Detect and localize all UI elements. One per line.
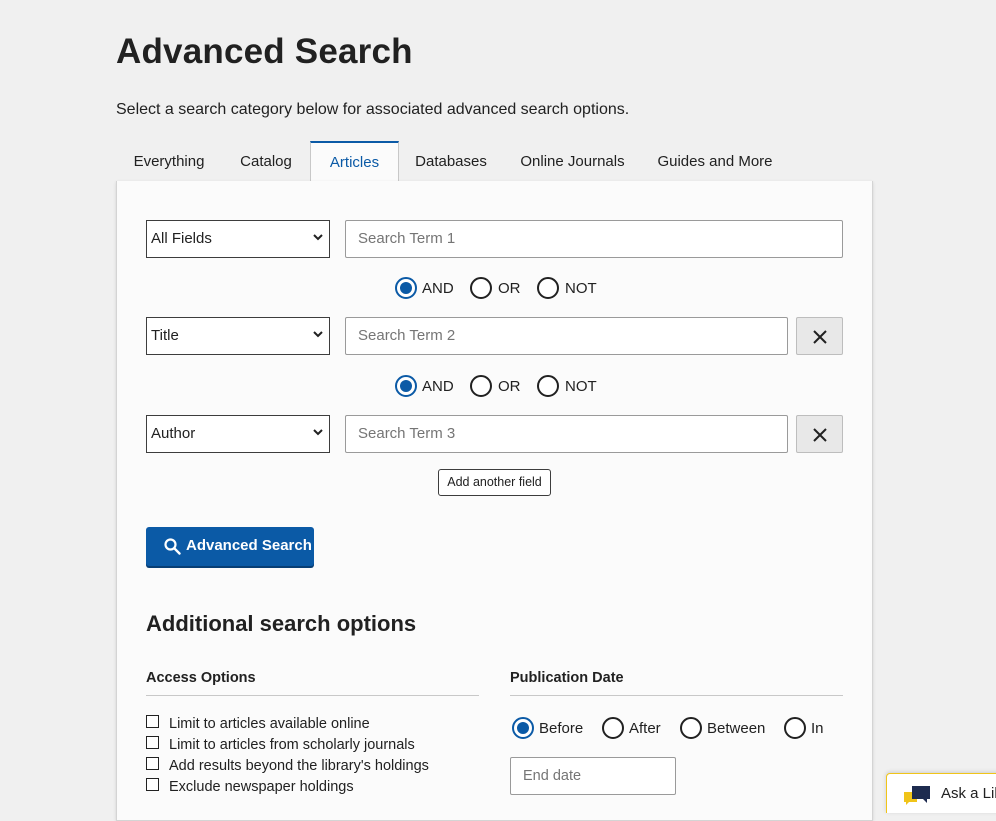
field-select-value: Title bbox=[151, 327, 179, 344]
access-options-heading: Access Options bbox=[146, 670, 479, 696]
chevron-down-icon bbox=[313, 331, 323, 338]
boolean-1-and-label: AND bbox=[422, 280, 454, 297]
boolean-1-and-radio[interactable] bbox=[395, 277, 417, 299]
boolean-1-or-label: OR bbox=[498, 280, 521, 297]
tab-online-journals[interactable]: Online Journals bbox=[503, 141, 642, 181]
tab-articles[interactable]: Articles bbox=[310, 141, 399, 182]
access-option-exclude-newspaper[interactable]: Exclude newspaper holdings bbox=[146, 778, 476, 798]
boolean-2-or-radio[interactable] bbox=[470, 375, 492, 397]
advanced-search-button-label: Advanced Search bbox=[186, 537, 312, 554]
checkbox[interactable] bbox=[146, 778, 159, 791]
chevron-down-icon bbox=[313, 429, 323, 436]
checkbox-label: Add results beyond the library's holding… bbox=[169, 758, 429, 774]
advanced-search-button[interactable]: Advanced Search bbox=[146, 527, 314, 566]
page-title: Advanced Search bbox=[116, 32, 413, 71]
tab-guides-and-more[interactable]: Guides and More bbox=[642, 141, 788, 181]
search-icon bbox=[164, 538, 181, 555]
chat-icon bbox=[904, 786, 930, 805]
checkbox[interactable] bbox=[146, 736, 159, 749]
pubdate-between-label: Between bbox=[707, 720, 766, 737]
tab-databases[interactable]: Databases bbox=[399, 141, 503, 181]
ask-a-librarian-widget[interactable]: Ask a Lib bbox=[886, 773, 996, 813]
pubdate-after-radio[interactable] bbox=[602, 717, 624, 739]
pubdate-in-label: In bbox=[811, 720, 824, 737]
boolean-2-and-label: AND bbox=[422, 378, 454, 395]
additional-options-title: Additional search options bbox=[146, 611, 417, 636]
ask-widget-label: Ask a Lib bbox=[941, 785, 996, 802]
boolean-1-not-radio[interactable] bbox=[537, 277, 559, 299]
end-date-input[interactable]: End date bbox=[510, 757, 676, 795]
publication-date-heading: Publication Date bbox=[510, 670, 843, 696]
chevron-down-icon bbox=[313, 234, 323, 241]
pubdate-between-radio[interactable] bbox=[680, 717, 702, 739]
field-select-value: Author bbox=[151, 425, 196, 442]
checkbox-label: Exclude newspaper holdings bbox=[169, 779, 354, 795]
search-term-input-2[interactable]: Search Term 2 bbox=[345, 317, 788, 355]
pubdate-in-radio[interactable] bbox=[784, 717, 806, 739]
access-option-scholarly[interactable]: Limit to articles from scholarly journal… bbox=[146, 736, 476, 756]
access-option-online[interactable]: Limit to articles available online bbox=[146, 715, 476, 735]
boolean-2-or-label: OR bbox=[498, 378, 521, 395]
pubdate-after-label: After bbox=[629, 720, 661, 737]
access-option-beyond-holdings[interactable]: Add results beyond the library's holding… bbox=[146, 757, 476, 777]
field-select-value: All Fields bbox=[151, 230, 212, 247]
remove-field-button-3[interactable] bbox=[796, 415, 843, 453]
search-term-input-3[interactable]: Search Term 3 bbox=[345, 415, 788, 453]
tab-catalog[interactable]: Catalog bbox=[222, 141, 310, 181]
close-icon bbox=[813, 428, 827, 442]
close-icon bbox=[813, 330, 827, 344]
pubdate-before-radio[interactable] bbox=[512, 717, 534, 739]
boolean-2-not-radio[interactable] bbox=[537, 375, 559, 397]
boolean-1-not-label: NOT bbox=[565, 280, 597, 297]
boolean-2-and-radio[interactable] bbox=[395, 375, 417, 397]
checkbox-label: Limit to articles available online bbox=[169, 716, 370, 732]
boolean-2-not-label: NOT bbox=[565, 378, 597, 395]
field-select-3[interactable]: Author bbox=[146, 415, 330, 453]
checkbox[interactable] bbox=[146, 715, 159, 728]
add-another-field-button[interactable]: Add another field bbox=[438, 469, 551, 496]
field-select-2[interactable]: Title bbox=[146, 317, 330, 355]
checkbox-label: Limit to articles from scholarly journal… bbox=[169, 737, 415, 753]
pubdate-before-label: Before bbox=[539, 720, 584, 737]
tab-everything[interactable]: Everything bbox=[116, 141, 222, 181]
search-category-tabs: Everything Catalog Articles Databases On… bbox=[116, 141, 873, 182]
field-select-1[interactable]: All Fields bbox=[146, 220, 330, 258]
boolean-1-or-radio[interactable] bbox=[470, 277, 492, 299]
remove-field-button-2[interactable] bbox=[796, 317, 843, 355]
search-term-input-1[interactable]: Search Term 1 bbox=[345, 220, 843, 258]
checkbox[interactable] bbox=[146, 757, 159, 770]
page-intro: Select a search category below for assoc… bbox=[116, 101, 630, 118]
